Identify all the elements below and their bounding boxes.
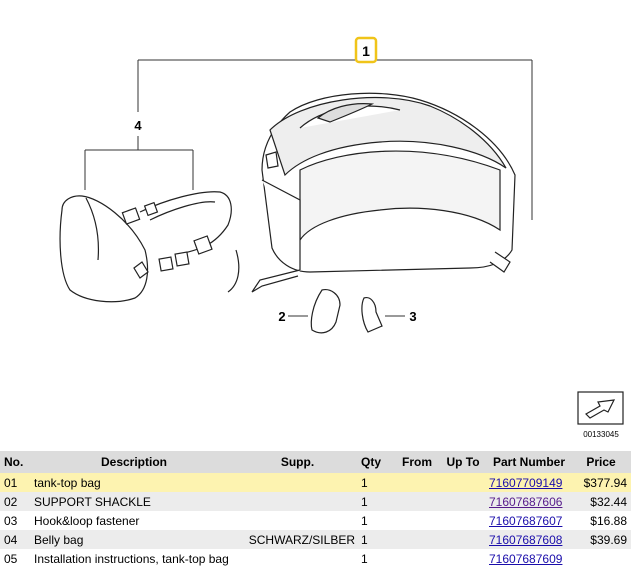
- header-upto[interactable]: Up To: [440, 451, 486, 473]
- header-supp[interactable]: Supp.: [237, 451, 358, 473]
- header-no[interactable]: No.: [0, 451, 31, 473]
- belly-bag-illustration: [59, 191, 240, 303]
- header-from[interactable]: From: [394, 451, 440, 473]
- row-description: Installation instructions, tank-top bag: [34, 551, 229, 566]
- row-qty: 1: [361, 551, 368, 566]
- callout-3[interactable]: 3: [409, 309, 416, 324]
- row-description: Belly bag: [31, 530, 237, 549]
- row-supp: SCHWARZ/SILBER: [237, 530, 358, 549]
- row-qty: 1: [358, 492, 394, 511]
- callout-1[interactable]: 1: [362, 43, 370, 59]
- row-price: $377.94: [572, 473, 631, 492]
- row-from: [394, 549, 440, 568]
- row-no: 05: [4, 551, 18, 566]
- row-price: $16.88: [590, 513, 627, 528]
- row-supp: [237, 473, 358, 492]
- support-shackle-illustration: [310, 289, 341, 334]
- header-description[interactable]: Description: [31, 451, 237, 473]
- tank-top-bag-illustration: [251, 92, 516, 293]
- view-arrow-icon: [577, 391, 624, 425]
- parts-diagram: 1 4 2 3 00133045: [59, 36, 624, 439]
- row-description: Hook&loop fastener: [34, 513, 140, 528]
- row-qty: 1: [358, 473, 394, 492]
- part-number-link[interactable]: 71607687606: [489, 495, 562, 509]
- row-description: tank-top bag: [31, 473, 237, 492]
- row-qty: 1: [358, 530, 394, 549]
- part-number-link[interactable]: 71607709149: [489, 476, 562, 490]
- row-from: [394, 511, 440, 530]
- hook-loop-fastener-illustration: [361, 297, 383, 333]
- row-from: [394, 473, 440, 492]
- row-description: SUPPORT SHACKLE: [31, 492, 237, 511]
- table-row[interactable]: 03 Hook&loop fastener 1 71607687607 $16.…: [0, 511, 631, 530]
- row-price: [572, 549, 631, 568]
- row-upto: [440, 530, 486, 549]
- row-upto: [440, 511, 486, 530]
- table-row[interactable]: 04 Belly bag SCHWARZ/SILBER 1 7160768760…: [0, 530, 631, 549]
- row-no: 03: [4, 513, 18, 528]
- part-number-link[interactable]: 71607687609: [489, 552, 562, 566]
- header-qty[interactable]: Qty: [358, 451, 394, 473]
- table-header-row: No. Description Supp. Qty From Up To Par…: [0, 451, 631, 473]
- row-supp: [237, 511, 358, 530]
- row-price: $32.44: [572, 492, 631, 511]
- image-number: 00133045: [583, 430, 619, 439]
- callout-2[interactable]: 2: [278, 309, 285, 324]
- part-number-link[interactable]: 71607687607: [489, 514, 562, 528]
- row-upto: [440, 549, 486, 568]
- table-row[interactable]: 02 SUPPORT SHACKLE 1 71607687606 $32.44: [0, 492, 631, 511]
- header-part-number[interactable]: Part Number: [486, 451, 572, 473]
- row-no: 01: [0, 473, 31, 492]
- header-price[interactable]: Price: [572, 451, 631, 473]
- row-upto: [440, 473, 486, 492]
- row-price: $39.69: [572, 530, 631, 549]
- row-no: 04: [0, 530, 31, 549]
- part-number-link[interactable]: 71607687608: [489, 533, 562, 547]
- row-no: 02: [0, 492, 31, 511]
- row-from: [394, 492, 440, 511]
- row-supp: [237, 549, 358, 568]
- table-row[interactable]: 01 tank-top bag 1 71607709149 $377.94: [0, 473, 631, 492]
- row-qty: 1: [361, 513, 368, 528]
- callout-4[interactable]: 4: [134, 118, 142, 133]
- parts-table: No. Description Supp. Qty From Up To Par…: [0, 451, 631, 568]
- table-row[interactable]: 05 Installation instructions, tank-top b…: [0, 549, 631, 568]
- row-supp: [237, 492, 358, 511]
- row-from: [394, 530, 440, 549]
- row-upto: [440, 492, 486, 511]
